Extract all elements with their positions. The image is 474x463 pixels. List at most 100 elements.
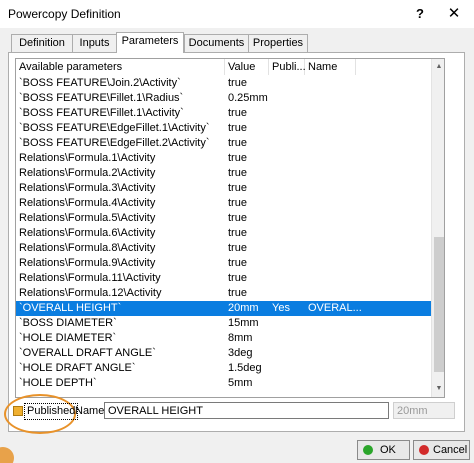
cell-published — [269, 76, 305, 91]
table-row[interactable]: Relations\Formula.11\Activity true — [16, 271, 431, 286]
table-row[interactable]: `HOLE DRAFT ANGLE` 1.5deg — [16, 361, 431, 376]
cell-value: true — [228, 197, 247, 209]
table-row[interactable]: Relations\Formula.8\Activity true — [16, 241, 431, 256]
cell-parameter: Relations\Formula.3\Activity — [19, 182, 156, 194]
cell-value: 0.25mm — [228, 92, 268, 104]
table-row[interactable]: `BOSS DIAMETER` 15mm — [16, 316, 431, 331]
cell-published — [269, 286, 305, 301]
tab-documents[interactable]: Documents — [184, 34, 249, 52]
column-header-available-parameters[interactable]: Available parameters — [16, 59, 225, 75]
name-label: Name: — [75, 405, 108, 417]
cell-published — [269, 106, 305, 121]
cell-published: Yes — [272, 302, 290, 314]
table-row[interactable]: Relations\Formula.9\Activity true — [16, 256, 431, 271]
cell-value: true — [228, 272, 247, 284]
cell-parameter: `BOSS FEATURE\EdgeFillet.2\Activity` — [19, 137, 210, 149]
scroll-down-icon[interactable]: ▼ — [432, 381, 444, 397]
published-label: Published — [24, 403, 79, 420]
cell-published — [269, 256, 305, 271]
tab-parameters[interactable]: Parameters — [116, 32, 184, 53]
cell-parameter: `BOSS DIAMETER` — [19, 317, 117, 329]
column-header-published[interactable]: Publi... — [269, 59, 306, 75]
cell-value: true — [228, 182, 247, 194]
cell-parameter: `HOLE DIAMETER` — [19, 332, 117, 344]
table-row[interactable]: `OVERALL DRAFT ANGLE` 3deg — [16, 346, 431, 361]
table-row[interactable]: Relations\Formula.2\Activity true — [16, 166, 431, 181]
cell-name — [305, 286, 365, 301]
cancel-icon — [419, 445, 429, 455]
scroll-thumb[interactable] — [434, 237, 444, 372]
cell-published — [269, 196, 305, 211]
cell-value: true — [228, 287, 247, 299]
cell-name — [305, 376, 365, 391]
cell-parameter: Relations\Formula.2\Activity — [19, 167, 156, 179]
ok-button[interactable]: OK — [357, 440, 410, 460]
cell-value: 8mm — [228, 332, 253, 344]
published-flag-icon — [13, 406, 23, 416]
table-row[interactable]: `BOSS FEATURE\Fillet.1\Radius` 0.25mm — [16, 91, 431, 106]
tab-properties[interactable]: Properties — [248, 34, 308, 52]
cell-parameter: Relations\Formula.5\Activity — [19, 212, 156, 224]
corner-decoration — [0, 447, 14, 463]
cell-published — [269, 241, 305, 256]
cell-published — [269, 211, 305, 226]
cell-parameter: `OVERALL HEIGHT` — [19, 302, 122, 314]
published-checkbox[interactable]: Published — [13, 403, 79, 420]
table-row[interactable]: Relations\Formula.5\Activity true — [16, 211, 431, 226]
table-row[interactable]: Relations\Formula.12\Activity true — [16, 286, 431, 301]
window-title: Powercopy Definition — [8, 7, 121, 21]
cell-parameter: Relations\Formula.6\Activity — [19, 227, 156, 239]
table-row[interactable]: `BOSS FEATURE\Fillet.1\Activity` true — [16, 106, 431, 121]
close-icon[interactable]: ✕ — [443, 3, 465, 25]
cell-published — [269, 121, 305, 136]
cell-name — [305, 211, 365, 226]
cell-name — [305, 346, 365, 361]
cancel-button[interactable]: Cancel — [413, 440, 470, 460]
table-row[interactable]: `OVERALL HEIGHT` 20mm Yes OVERAL... — [16, 301, 431, 316]
cell-value: 3deg — [228, 347, 253, 359]
table-row[interactable]: `BOSS FEATURE\Join.2\Activity` true — [16, 76, 431, 91]
table-row[interactable]: `BOSS FEATURE\EdgeFillet.2\Activity` true — [16, 136, 431, 151]
ok-icon — [363, 445, 373, 455]
cell-value: true — [228, 257, 247, 269]
table-row[interactable]: `HOLE DIAMETER` 8mm — [16, 331, 431, 346]
cell-name — [305, 256, 365, 271]
cell-name: OVERAL... — [308, 302, 362, 314]
table-row[interactable]: Relations\Formula.1\Activity true — [16, 151, 431, 166]
cell-value: true — [228, 122, 247, 134]
cell-name — [305, 121, 365, 136]
cell-parameter: Relations\Formula.11\Activity — [19, 272, 161, 284]
powercopy-definition-dialog: Powercopy Definition ? ✕ Definition Inpu… — [0, 0, 474, 463]
cell-published — [269, 166, 305, 181]
tab-inputs[interactable]: Inputs — [72, 34, 117, 52]
cell-published — [269, 136, 305, 151]
cell-name — [305, 166, 365, 181]
cell-name — [305, 226, 365, 241]
table-row[interactable]: `BOSS FEATURE\EdgeFillet.1\Activity` true — [16, 121, 431, 136]
value-input — [393, 402, 455, 419]
title-bar: Powercopy Definition ? ✕ — [0, 0, 474, 28]
column-header-name[interactable]: Name — [305, 59, 356, 75]
cell-value: true — [228, 227, 247, 239]
name-input[interactable] — [104, 402, 389, 419]
ok-label: OK — [380, 444, 396, 456]
cell-parameter: `BOSS FEATURE\Fillet.1\Radius` — [19, 92, 184, 104]
table-row[interactable]: `HOLE DEPTH` 5mm — [16, 376, 431, 391]
vertical-scrollbar[interactable]: ▲ ▼ — [431, 59, 444, 397]
cell-name — [305, 316, 365, 331]
table-row[interactable]: Relations\Formula.3\Activity true — [16, 181, 431, 196]
cell-published — [269, 361, 305, 376]
table-row[interactable]: Relations\Formula.4\Activity true — [16, 196, 431, 211]
table-row[interactable]: Relations\Formula.6\Activity true — [16, 226, 431, 241]
cell-parameter: Relations\Formula.1\Activity — [19, 152, 156, 164]
scroll-up-icon[interactable]: ▲ — [432, 59, 444, 75]
cell-published — [269, 226, 305, 241]
cell-value: true — [228, 212, 247, 224]
help-icon[interactable]: ? — [409, 3, 431, 25]
cell-parameter: `HOLE DRAFT ANGLE` — [19, 362, 136, 374]
cell-published — [269, 316, 305, 331]
cell-value: true — [228, 152, 247, 164]
column-header-value[interactable]: Value — [225, 59, 269, 75]
tab-definition[interactable]: Definition — [11, 34, 73, 52]
cell-parameter: `BOSS FEATURE\Fillet.1\Activity` — [19, 107, 184, 119]
